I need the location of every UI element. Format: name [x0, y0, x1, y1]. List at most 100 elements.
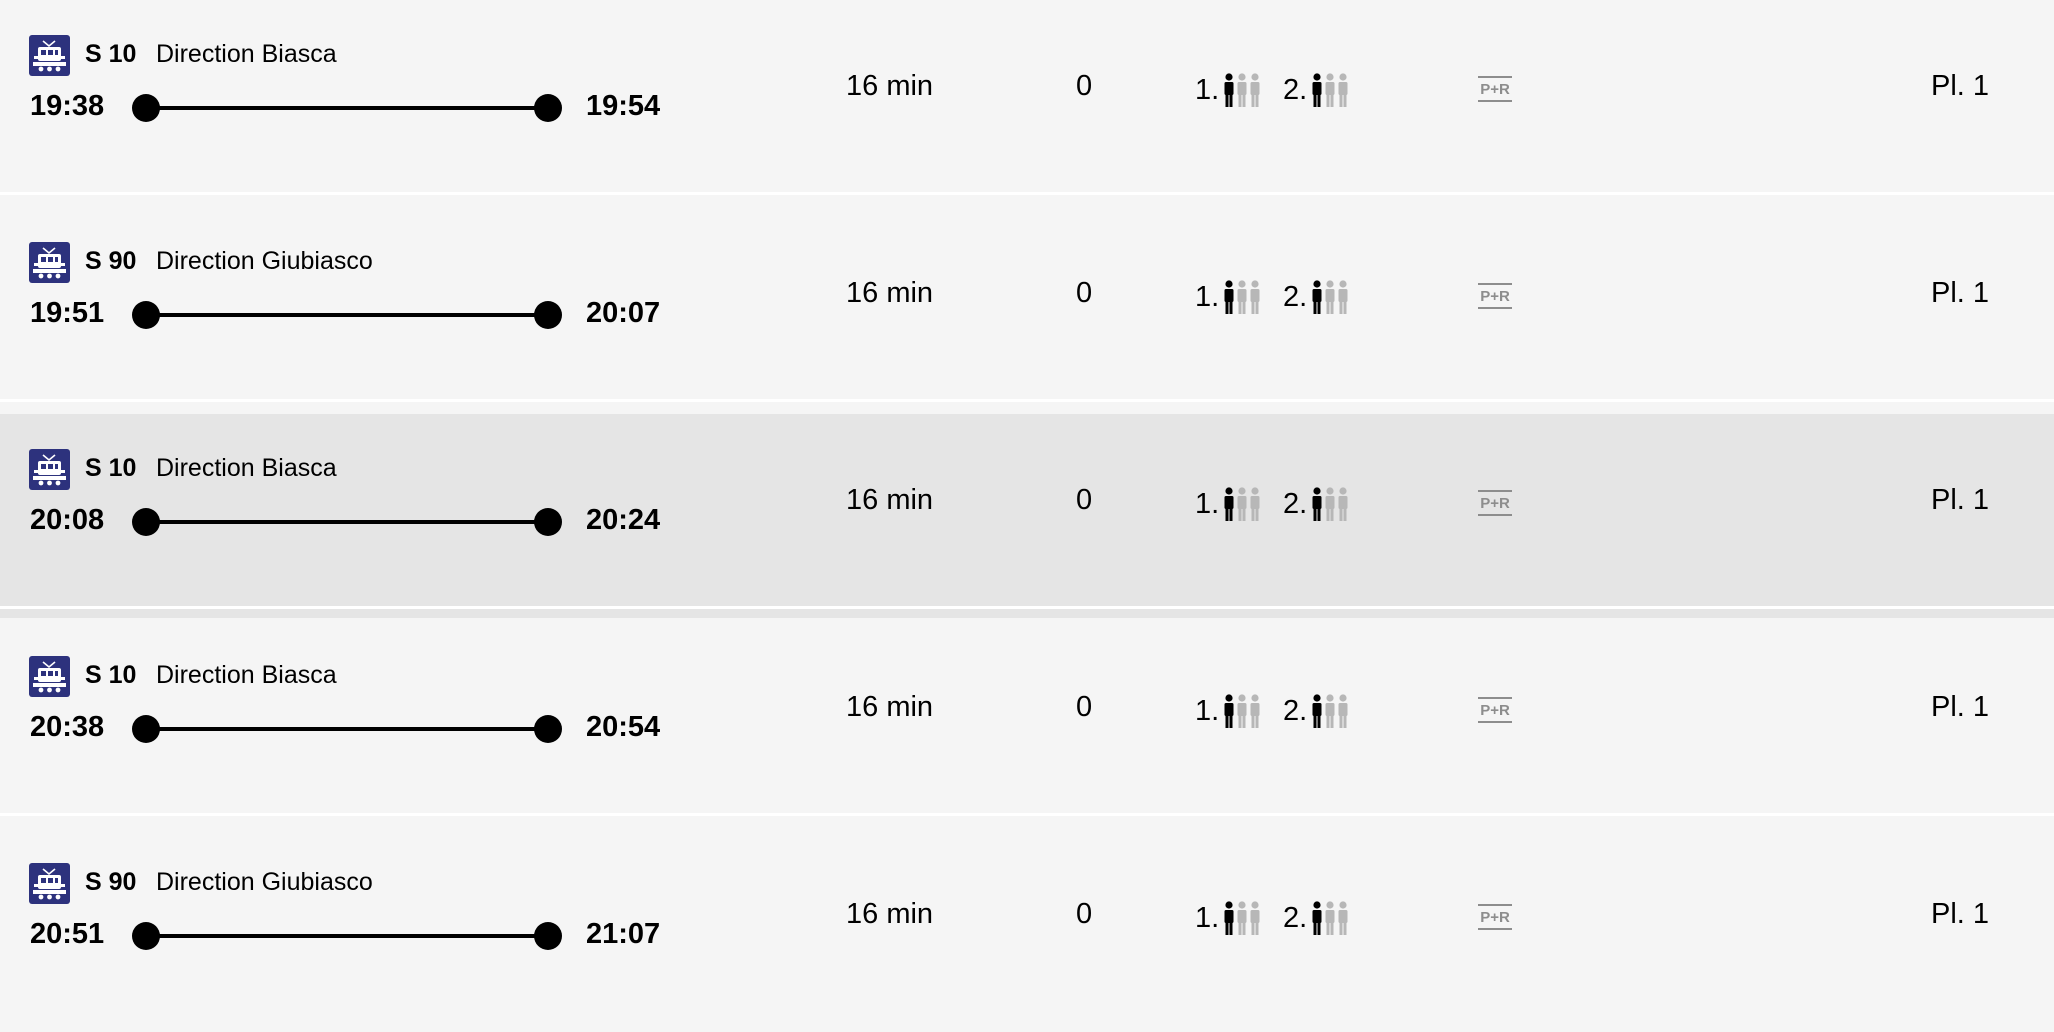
arrival-dot	[534, 301, 562, 329]
platform-text: Pl. 1	[1931, 484, 1990, 516]
person-icon	[1325, 694, 1335, 728]
departure-dot	[132, 94, 160, 122]
park-and-ride-icon: P+R	[1478, 283, 1512, 309]
occupancy-class-label: 2.	[1283, 74, 1308, 106]
person-icon	[1325, 73, 1335, 107]
connection-row[interactable]: S 90 Direction Giubiasco 19:51 20:07 16 min 0…	[0, 207, 2054, 411]
first-class-occupancy: 1.	[1195, 70, 1262, 110]
person-icon	[1312, 694, 1322, 728]
arrival-time: 19:54	[586, 90, 661, 122]
person-icon	[1237, 487, 1247, 521]
line-number: S 10	[85, 40, 137, 68]
changes-count: 0	[1076, 484, 1093, 516]
person-icon	[1224, 901, 1234, 935]
person-icon	[1237, 280, 1247, 314]
line-number: S 90	[85, 247, 137, 275]
departure-dot	[132, 508, 160, 536]
occupancy-class-label: 1.	[1195, 74, 1220, 106]
park-and-ride-icon: P+R	[1478, 490, 1512, 516]
train-icon	[29, 35, 70, 76]
occupancy-class-label: 1.	[1195, 902, 1220, 934]
timeline-track	[146, 520, 548, 524]
timeline-track	[146, 106, 548, 110]
direction-text: Direction Giubiasco	[156, 868, 373, 896]
person-icon	[1325, 487, 1335, 521]
person-icon	[1338, 73, 1348, 107]
duration-text: 16 min	[846, 691, 934, 723]
person-icon	[1237, 73, 1247, 107]
changes-count: 0	[1076, 70, 1093, 102]
journey-timeline	[132, 714, 562, 744]
connection-row[interactable]: S 90 Direction Giubiasco 20:51 21:07 16 min 0…	[0, 828, 2054, 1032]
direction-text: Direction Biasca	[156, 40, 337, 68]
departure-dot	[132, 922, 160, 950]
park-and-ride-icon: P+R	[1478, 76, 1512, 102]
connection-row[interactable]: S 10 Direction Biasca 19:38 19:54 16 min 0 1. 2…	[0, 0, 2054, 204]
second-class-occupancy: 2.	[1283, 484, 1350, 524]
row-divider	[0, 399, 2054, 402]
direction-text: Direction Giubiasco	[156, 247, 373, 275]
park-and-ride-label: P+R	[1480, 288, 1510, 305]
connection-row[interactable]: S 10 Direction Biasca 20:38 20:54 16 min 0 1. 2…	[0, 621, 2054, 825]
occupancy-class-label: 1.	[1195, 695, 1220, 727]
person-icon	[1312, 901, 1322, 935]
person-icon	[1312, 487, 1322, 521]
row-divider	[0, 813, 2054, 816]
first-class-occupancy: 1.	[1195, 691, 1262, 731]
person-icon	[1312, 280, 1322, 314]
direction-text: Direction Biasca	[156, 454, 337, 482]
person-icon	[1224, 280, 1234, 314]
person-icon	[1224, 694, 1234, 728]
park-and-ride-icon: P+R	[1478, 697, 1512, 723]
second-class-occupancy: 2.	[1283, 898, 1350, 938]
person-icon	[1224, 73, 1234, 107]
connection-row[interactable]: S 10 Direction Biasca 20:08 20:24 16 min 0 1. 2…	[0, 414, 2054, 618]
train-icon	[29, 242, 70, 283]
departure-time: 20:38	[30, 711, 105, 743]
park-and-ride-label: P+R	[1480, 909, 1510, 926]
occupancy-class-label: 2.	[1283, 695, 1308, 727]
line-number: S 90	[85, 868, 137, 896]
journey-timeline	[132, 300, 562, 330]
journey-timeline	[132, 507, 562, 537]
park-and-ride-icon: P+R	[1478, 904, 1512, 930]
first-class-occupancy: 1.	[1195, 898, 1262, 938]
changes-count: 0	[1076, 898, 1093, 930]
occupancy-class-label: 2.	[1283, 281, 1308, 313]
person-icon	[1237, 901, 1247, 935]
park-and-ride-label: P+R	[1480, 702, 1510, 719]
row-divider	[0, 192, 2054, 195]
person-icon	[1250, 487, 1260, 521]
second-class-occupancy: 2.	[1283, 70, 1350, 110]
person-icon	[1250, 280, 1260, 314]
direction-text: Direction Biasca	[156, 661, 337, 689]
line-number: S 10	[85, 661, 137, 689]
person-icon	[1338, 487, 1348, 521]
departure-dot	[132, 715, 160, 743]
train-icon	[29, 656, 70, 697]
journey-timeline	[132, 93, 562, 123]
person-icon	[1237, 694, 1247, 728]
person-icon	[1338, 280, 1348, 314]
person-icon	[1338, 901, 1348, 935]
timeline-track	[146, 934, 548, 938]
journey-timeline	[132, 921, 562, 951]
second-class-occupancy: 2.	[1283, 277, 1350, 317]
platform-text: Pl. 1	[1931, 70, 1990, 102]
person-icon	[1250, 901, 1260, 935]
second-class-occupancy: 2.	[1283, 691, 1350, 731]
person-icon	[1312, 73, 1322, 107]
platform-text: Pl. 1	[1931, 691, 1990, 723]
departure-dot	[132, 301, 160, 329]
occupancy-class-label: 2.	[1283, 488, 1308, 520]
occupancy-class-label: 1.	[1195, 488, 1220, 520]
occupancy-class-label: 2.	[1283, 902, 1308, 934]
arrival-dot	[534, 922, 562, 950]
park-and-ride-label: P+R	[1480, 81, 1510, 98]
person-icon	[1250, 73, 1260, 107]
arrival-time: 20:07	[586, 297, 661, 329]
arrival-time: 20:54	[586, 711, 661, 743]
departure-time: 19:38	[30, 90, 105, 122]
duration-text: 16 min	[846, 277, 934, 309]
first-class-occupancy: 1.	[1195, 484, 1262, 524]
